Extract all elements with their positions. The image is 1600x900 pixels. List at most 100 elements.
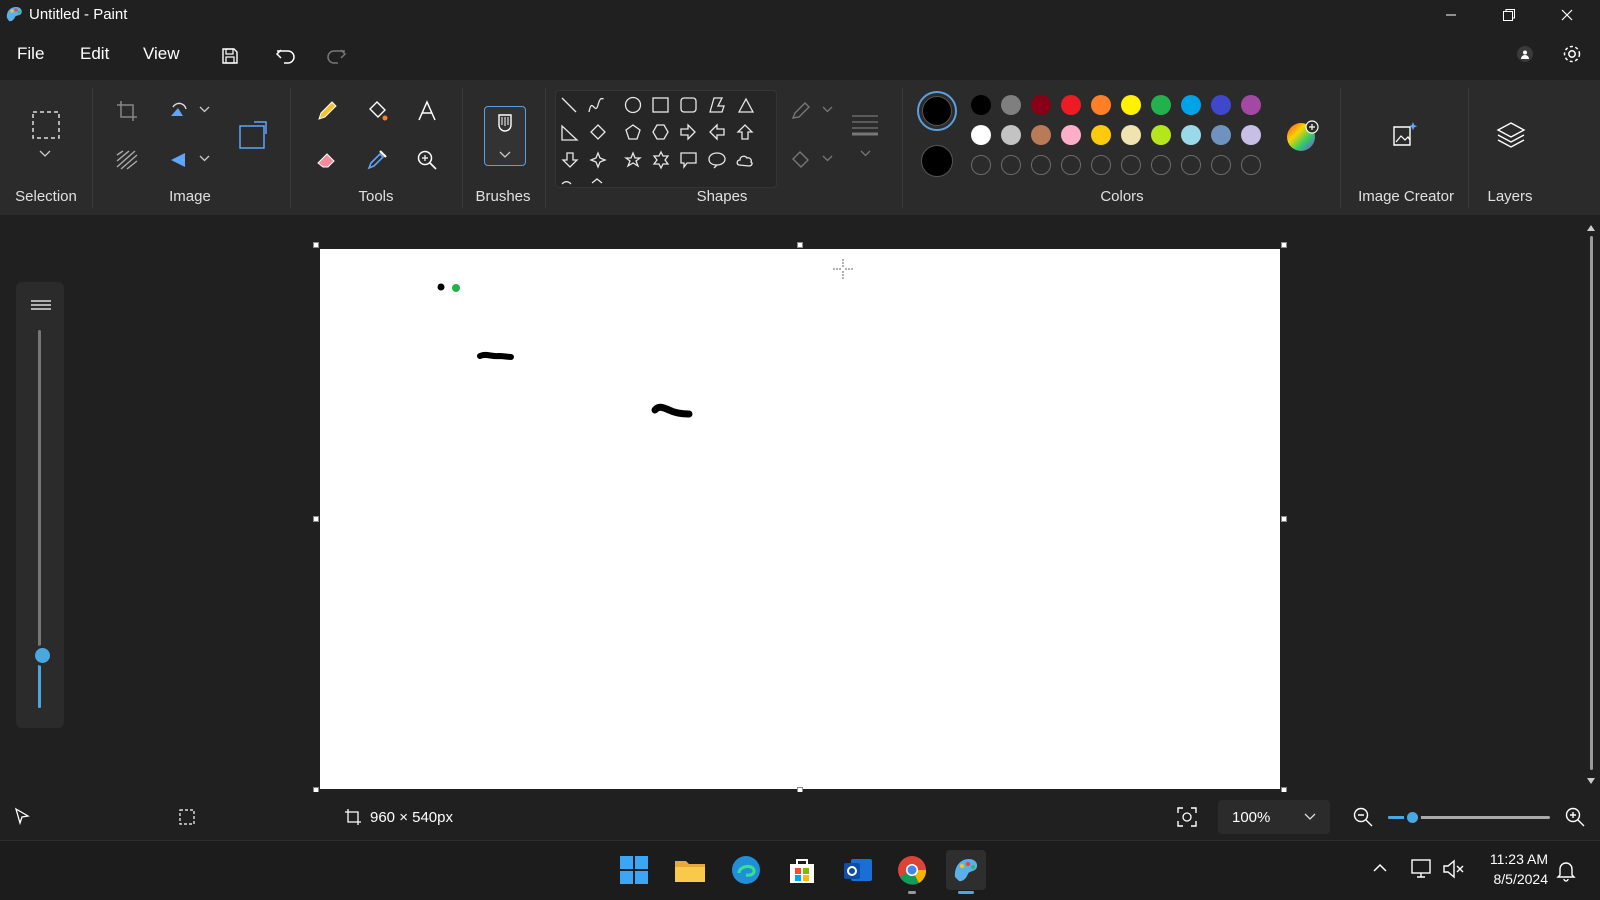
- rotate-icon[interactable]: [162, 94, 196, 128]
- custom-color-slot[interactable]: [971, 155, 991, 175]
- zoom-dropdown[interactable]: 100%: [1218, 800, 1330, 834]
- resize-handle-top-right[interactable]: [1281, 242, 1287, 248]
- color-swatch[interactable]: [1091, 95, 1111, 115]
- text-icon[interactable]: [410, 94, 444, 128]
- brushes-button[interactable]: [484, 106, 526, 166]
- color-swatch[interactable]: [1151, 125, 1171, 145]
- color-swatch[interactable]: [1241, 95, 1261, 115]
- color-swatch[interactable]: [1211, 125, 1231, 145]
- image-creator-icon[interactable]: [1388, 118, 1422, 152]
- edit-colors-icon[interactable]: [1286, 120, 1319, 151]
- outline-icon[interactable]: [784, 94, 818, 128]
- file-menu[interactable]: File: [17, 44, 44, 64]
- color-swatch[interactable]: [971, 95, 991, 115]
- save-icon[interactable]: [214, 40, 246, 72]
- scrollbar-thumb[interactable]: [1590, 236, 1593, 770]
- custom-color-slot[interactable]: [1181, 155, 1201, 175]
- redo-icon[interactable]: [320, 40, 352, 72]
- restore-button[interactable]: [1480, 0, 1538, 30]
- color-swatch[interactable]: [1181, 125, 1201, 145]
- color-swatch[interactable]: [1001, 95, 1021, 115]
- windows-start-icon[interactable]: [614, 850, 654, 890]
- resize-handle-top-left[interactable]: [313, 242, 319, 248]
- stroke-size-icon[interactable]: [848, 108, 882, 142]
- color-swatch[interactable]: [1031, 95, 1051, 115]
- custom-color-slot[interactable]: [1031, 155, 1051, 175]
- crop-icon[interactable]: [110, 94, 144, 128]
- color-swatch[interactable]: [1151, 95, 1171, 115]
- account-icon[interactable]: [1517, 46, 1533, 62]
- magnifier-icon[interactable]: [410, 143, 444, 177]
- color-swatch[interactable]: [1121, 125, 1141, 145]
- right-arrow-shape-icon: [680, 123, 696, 141]
- eraser-icon[interactable]: [310, 143, 344, 177]
- custom-color-slot[interactable]: [1211, 155, 1231, 175]
- color-swatch[interactable]: [1211, 95, 1231, 115]
- custom-color-slot[interactable]: [1241, 155, 1261, 175]
- undo-icon[interactable]: [270, 40, 302, 72]
- fit-to-window-icon[interactable]: [1176, 806, 1198, 828]
- secondary-color-swatch[interactable]: [921, 145, 953, 177]
- chevron-down-icon[interactable]: [199, 155, 210, 163]
- settings-icon[interactable]: [1556, 38, 1588, 70]
- network-icon[interactable]: [1410, 858, 1434, 880]
- custom-color-slot[interactable]: [1151, 155, 1171, 175]
- resize-handle-right[interactable]: [1281, 516, 1287, 522]
- resize-icon[interactable]: [236, 118, 270, 152]
- vertical-scrollbar[interactable]: [1586, 222, 1596, 787]
- file-explorer-icon[interactable]: [670, 850, 710, 890]
- view-menu[interactable]: View: [143, 44, 180, 64]
- drawing-canvas[interactable]: [320, 249, 1280, 789]
- remove-background-icon[interactable]: [110, 143, 144, 177]
- chevron-down-icon[interactable]: [822, 106, 833, 114]
- color-swatch[interactable]: [1001, 125, 1021, 145]
- color-swatch[interactable]: [1061, 125, 1081, 145]
- primary-color-button[interactable]: [917, 91, 957, 131]
- custom-color-slot[interactable]: [1001, 155, 1021, 175]
- fill-bucket-icon[interactable]: [360, 94, 394, 128]
- store-icon[interactable]: [782, 850, 822, 890]
- chrome-icon[interactable]: [892, 850, 932, 890]
- notification-bell-icon[interactable]: [1556, 860, 1576, 882]
- color-swatch[interactable]: [1181, 95, 1201, 115]
- clock-time[interactable]: 11:23 AM: [1470, 851, 1548, 867]
- color-swatch[interactable]: [1091, 125, 1111, 145]
- color-swatch[interactable]: [1121, 95, 1141, 115]
- minimize-button[interactable]: [1422, 0, 1480, 30]
- custom-color-slot[interactable]: [1091, 155, 1111, 175]
- chevron-down-icon[interactable]: [199, 106, 210, 114]
- resize-handle-top[interactable]: [797, 242, 803, 248]
- brush-size-thumb[interactable]: [32, 645, 53, 667]
- custom-color-slot[interactable]: [1121, 155, 1141, 175]
- pointer-position-icon: [14, 807, 30, 825]
- color-swatch[interactable]: [1061, 95, 1081, 115]
- layers-label[interactable]: Layers: [1470, 188, 1550, 205]
- chevron-down-icon[interactable]: [39, 150, 51, 158]
- color-swatch[interactable]: [1031, 125, 1051, 145]
- shape-fill-icon[interactable]: [784, 143, 818, 177]
- pencil-icon[interactable]: [310, 94, 344, 128]
- paint-icon[interactable]: [946, 850, 986, 890]
- divider: [902, 88, 903, 208]
- layers-icon[interactable]: [1494, 118, 1528, 152]
- chevron-up-icon[interactable]: [1372, 862, 1388, 874]
- volume-muted-icon[interactable]: [1442, 858, 1466, 880]
- zoom-out-icon[interactable]: [1352, 806, 1374, 828]
- custom-color-slot[interactable]: [1061, 155, 1081, 175]
- image-creator-label[interactable]: Image Creator: [1350, 188, 1462, 205]
- outlook-icon[interactable]: [838, 850, 878, 890]
- chevron-down-icon[interactable]: [860, 150, 871, 158]
- zoom-in-icon[interactable]: [1564, 806, 1586, 828]
- clock-date[interactable]: 8/5/2024: [1470, 871, 1549, 887]
- edit-menu[interactable]: Edit: [80, 44, 109, 64]
- color-swatch[interactable]: [1241, 125, 1261, 145]
- edge-icon[interactable]: [726, 850, 766, 890]
- selection-icon[interactable]: [29, 108, 63, 142]
- color-swatch[interactable]: [971, 125, 991, 145]
- chevron-down-icon[interactable]: [822, 155, 833, 163]
- close-button[interactable]: [1538, 0, 1596, 30]
- flip-icon[interactable]: [162, 143, 196, 177]
- color-picker-icon[interactable]: [360, 143, 394, 177]
- resize-handle-left[interactable]: [313, 516, 319, 522]
- four-point-star-shape-icon: [589, 151, 607, 169]
